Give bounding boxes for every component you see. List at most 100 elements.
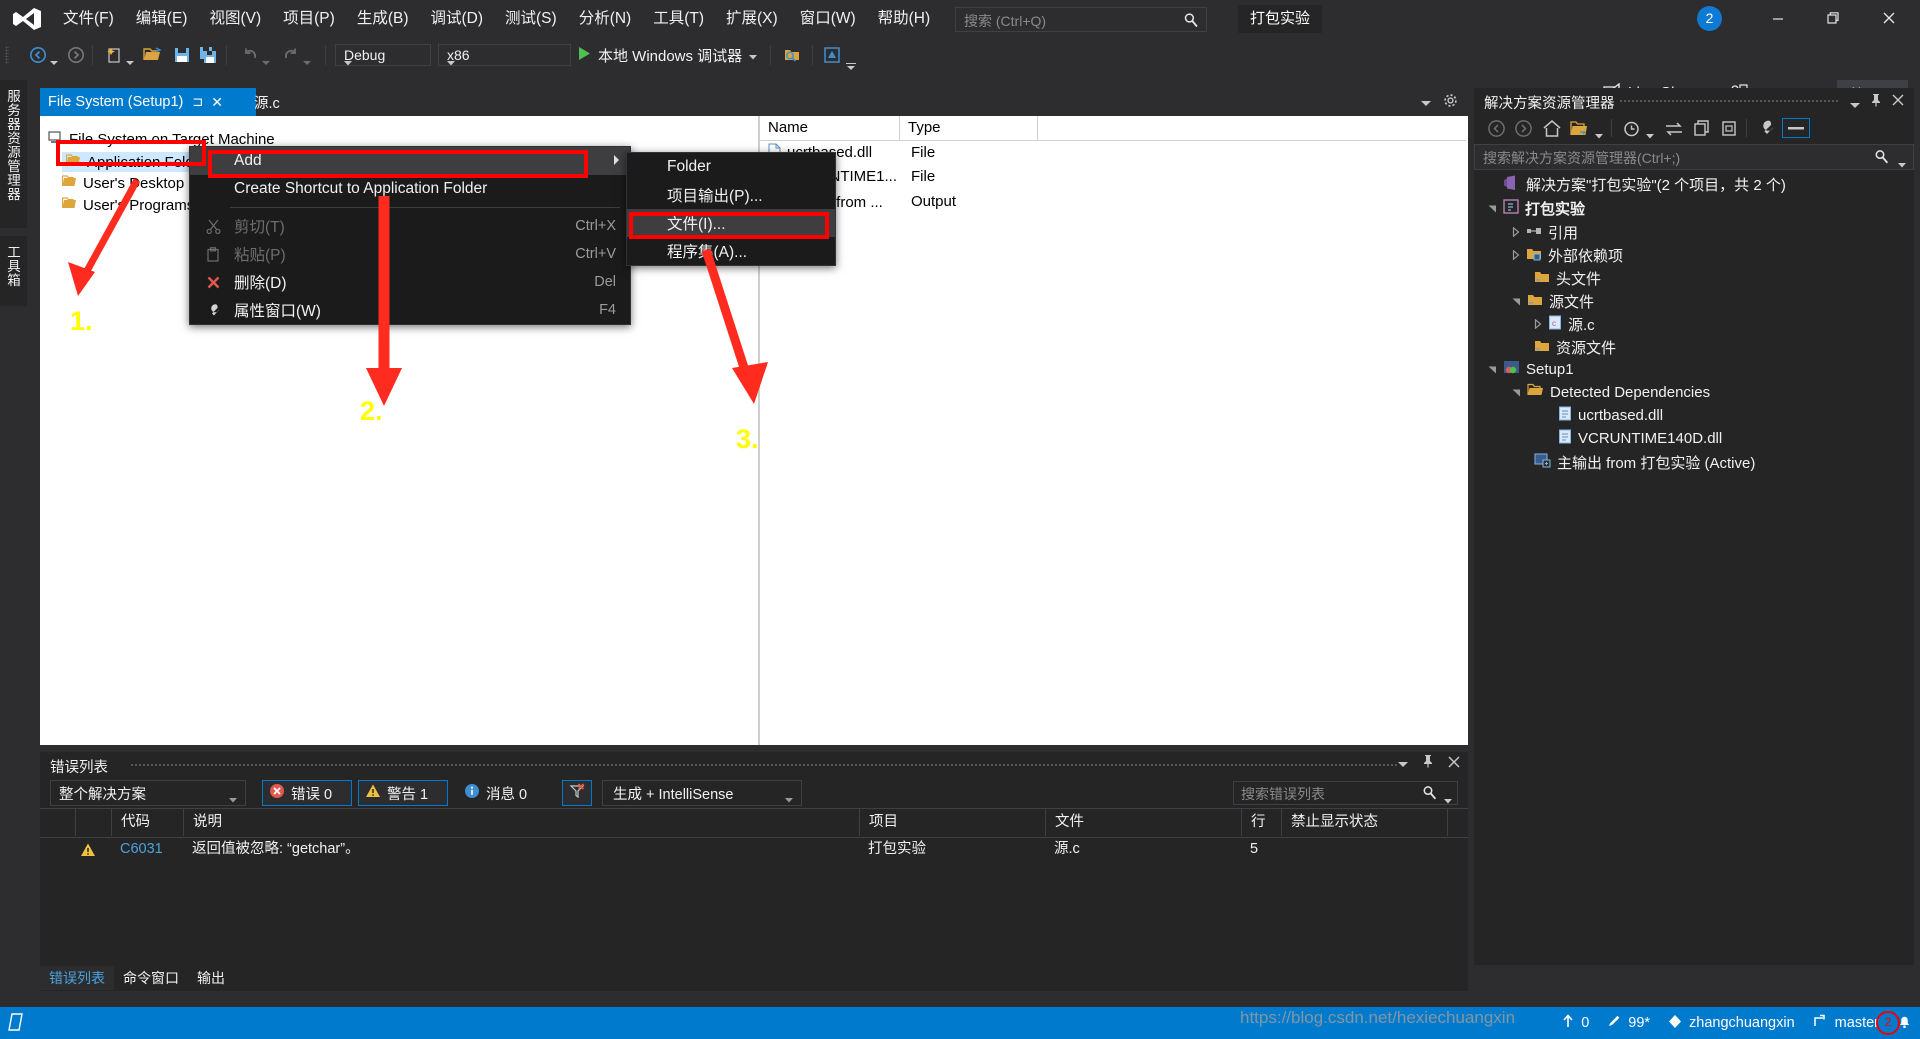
sync-with-active-document-icon[interactable] (1664, 119, 1684, 142)
search-options-caret-icon[interactable] (1898, 155, 1906, 172)
tree-node-users-desktop[interactable]: User's Desktop (61, 174, 184, 192)
pin-icon[interactable] (1422, 754, 1434, 772)
menu-test[interactable]: 测试(S) (494, 0, 568, 38)
back-icon[interactable] (1487, 119, 1506, 142)
row-code[interactable]: C6031 (120, 836, 163, 862)
menu-analyze[interactable]: 分析(N) (568, 0, 643, 38)
tree-item-solution[interactable]: 解决方案"打包实验"(2 个项目，共 2 个) (1488, 174, 1786, 195)
settings-gear-icon[interactable] (1443, 93, 1458, 112)
expander-collapsed-icon[interactable] (1534, 316, 1542, 333)
new-project-caret-icon[interactable] (126, 53, 134, 65)
tree-item-vcruntime140d-dll[interactable]: VCRUNTIME140D.dll (1558, 429, 1722, 448)
preview-icon[interactable] (822, 45, 842, 65)
quick-launch-search[interactable]: 搜索 (Ctrl+Q) (955, 7, 1207, 32)
toolbar-grip[interactable] (5, 46, 9, 64)
undo-icon[interactable] (240, 45, 260, 65)
platform-combo[interactable]: x86 (438, 44, 571, 66)
menu-file[interactable]: 文件(F) (52, 0, 125, 38)
status-user[interactable]: zhangchuangxin (1668, 1014, 1795, 1033)
refresh-icon[interactable] (1692, 119, 1711, 142)
tree-item-primary-output[interactable]: 主输出 from 打包实验 (Active) (1534, 452, 1755, 473)
submenu-item-folder[interactable]: Folder (627, 153, 835, 181)
save-all-icon[interactable] (198, 45, 218, 65)
error-list-search[interactable]: 搜索错误列表 (1233, 781, 1458, 805)
tab-list-caret-icon[interactable] (1421, 94, 1431, 111)
preview-selected-items-toggle[interactable] (1782, 118, 1810, 138)
forward-icon[interactable] (1514, 119, 1533, 142)
menu-tools[interactable]: 工具(T) (642, 0, 715, 38)
context-menu-item-cut[interactable]: 剪切(T) Ctrl+X (190, 212, 630, 240)
close-icon[interactable] (1448, 755, 1460, 772)
pin-icon[interactable] (1870, 93, 1882, 111)
expander-expanded-icon[interactable] (1488, 200, 1497, 217)
messages-filter-toggle[interactable]: 消息 0 (458, 780, 548, 806)
tree-item-external-dependencies[interactable]: 外部依赖项 (1512, 245, 1623, 266)
pending-changes-icon[interactable] (1622, 119, 1641, 142)
warnings-filter-toggle[interactable]: 警告 1 (358, 780, 448, 806)
redo-caret-icon[interactable] (303, 53, 311, 65)
chevron-down-icon[interactable] (1595, 126, 1603, 143)
tree-item-references[interactable]: 引用 (1512, 222, 1578, 243)
grid-column-name[interactable]: Name (760, 116, 900, 140)
status-outgoing-commits[interactable]: 0 (1562, 1014, 1589, 1032)
search-options-caret-icon[interactable] (1444, 791, 1452, 808)
clear-filter-button[interactable] (562, 780, 592, 806)
navigate-back-icon[interactable] (28, 45, 48, 65)
menu-window[interactable]: 窗口(W) (789, 0, 867, 38)
column-line[interactable]: 行 (1242, 809, 1282, 836)
expander-expanded-icon[interactable] (1488, 361, 1497, 378)
configuration-combo[interactable]: Debug (335, 44, 431, 66)
new-project-icon[interactable] (104, 45, 124, 65)
open-file-icon[interactable] (143, 45, 163, 65)
properties-wrench-icon[interactable] (1757, 119, 1776, 142)
tree-item-project-packaging[interactable]: 打包实验 (1488, 198, 1585, 219)
column-suppression-state[interactable]: 禁止显示状态 (1282, 809, 1448, 836)
save-icon[interactable] (172, 45, 192, 65)
tab-toolbox[interactable]: 工具箱 (0, 236, 27, 306)
redo-icon[interactable] (281, 45, 301, 65)
tree-item-header-files[interactable]: 头文件 (1534, 268, 1601, 289)
menu-project[interactable]: 项目(P) (272, 0, 346, 38)
context-menu-item-create-shortcut[interactable]: Create Shortcut to Application Folder (190, 175, 630, 203)
navigate-forward-icon[interactable] (66, 45, 86, 65)
tab-output[interactable]: 输出 (188, 966, 234, 990)
table-row[interactable]: C6031 返回值被忽略: “getchar”。 打包实验 源.c 5 (40, 836, 1468, 862)
expander-collapsed-icon[interactable] (1512, 224, 1520, 241)
tab-source-c[interactable]: 源.c (246, 88, 288, 116)
context-menu-item-paste[interactable]: 粘贴(P) Ctrl+V (190, 240, 630, 268)
panel-dropdown-icon[interactable] (1398, 755, 1408, 772)
tree-item-setup1[interactable]: Setup1 (1488, 360, 1574, 379)
menu-debug[interactable]: 调试(D) (419, 0, 494, 38)
menu-build[interactable]: 生成(B) (346, 0, 420, 38)
menu-extensions[interactable]: 扩展(X) (715, 0, 789, 38)
tab-command-window[interactable]: 命令窗口 (114, 966, 188, 990)
tree-item-source-c[interactable]: c 源.c (1534, 314, 1595, 335)
panel-grip[interactable] (130, 763, 1398, 768)
chevron-down-icon[interactable] (749, 47, 758, 64)
menu-edit[interactable]: 编辑(E) (125, 0, 199, 38)
collapse-all-icon[interactable] (1720, 119, 1739, 142)
submenu-item-project-output[interactable]: 项目输出(P)... (627, 181, 835, 209)
navigate-back-caret-icon[interactable] (50, 53, 58, 65)
status-pending-changes[interactable]: 99* (1607, 1014, 1650, 1032)
tree-item-source-files[interactable]: 源文件 (1512, 291, 1594, 312)
menu-view[interactable]: 视图(V) (198, 0, 272, 38)
errors-filter-toggle[interactable]: 错误 0 (262, 780, 352, 806)
close-icon[interactable] (1892, 93, 1904, 110)
menu-help[interactable]: 帮助(H) (867, 0, 942, 38)
tab-server-explorer[interactable]: 服务器资源管理器 (0, 80, 27, 228)
column-description[interactable]: 说明 (184, 809, 860, 836)
expander-expanded-icon[interactable] (1512, 293, 1521, 310)
find-in-folder-icon[interactable] (782, 45, 802, 65)
column-project[interactable]: 项目 (860, 809, 1046, 836)
context-menu-item-properties[interactable]: 属性窗口(W) F4 (190, 296, 630, 324)
tree-item-resource-files[interactable]: 资源文件 (1534, 337, 1616, 358)
tab-file-system-setup1[interactable]: File System (Setup1) ⊐ ✕ (40, 88, 256, 116)
close-button[interactable] (1866, 0, 1912, 36)
home-icon[interactable] (1542, 119, 1562, 142)
notification-badge[interactable]: 2 (1697, 6, 1722, 31)
start-debugging-button[interactable]: 本地 Windows 调试器 (578, 43, 758, 67)
submenu-item-assembly[interactable]: 程序集(A)... (627, 237, 835, 265)
column-suppression-state-icon[interactable] (76, 809, 112, 836)
column-code[interactable]: 代码 (112, 809, 184, 836)
